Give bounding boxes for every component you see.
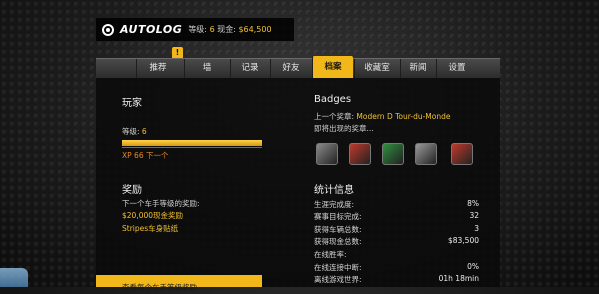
stat-row: 赛事目标完成: 32 [314, 211, 479, 222]
stat-label: 生涯完成度: [314, 200, 355, 209]
stat-label: 获得现金总数: [314, 237, 362, 246]
tab-news[interactable]: 新闻 [400, 59, 435, 78]
player-title: 玩家 [122, 98, 142, 109]
badge-tile-3[interactable] [382, 143, 404, 165]
view-rewards-button[interactable]: 查看每个车手等级奖励 [96, 275, 262, 292]
badges-title: Badges [314, 94, 352, 105]
tab-bar: 推荐 墙 记录 好友 档案 收藏室 新闻 设置 [96, 56, 500, 78]
player-level-label: 等级: [122, 127, 140, 136]
header-stats: 等级: 6 现金: $64,500 [188, 24, 271, 35]
tab-records[interactable]: 记录 [230, 59, 269, 78]
badge-tile-4[interactable] [415, 143, 437, 165]
xp-underline [122, 147, 262, 148]
last-badge: 上一个奖章: Modern D Tour-du-Monde [314, 111, 450, 122]
stat-value: 3 [474, 224, 479, 233]
player-level: 等级: 6 [122, 126, 147, 137]
stat-label: 离线游戏世界: [314, 275, 362, 284]
autolog-header: AUTOLOG 等级: 6 现金: $64,500 [96, 18, 294, 41]
stat-label: 获得车辆总数: [314, 225, 362, 234]
xp-progress-fill [122, 140, 262, 146]
tab-friends[interactable]: 好友 [270, 59, 311, 78]
reward-livery: Stripes车身贴纸 [122, 224, 179, 233]
badge-tile-5[interactable] [451, 143, 473, 165]
badge-tile-2[interactable] [349, 143, 371, 165]
last-badge-label: 上一个奖章: [314, 112, 355, 121]
stats-title: 统计信息 [314, 185, 354, 196]
tab-wall[interactable]: 墙 [184, 59, 229, 78]
stat-row: 在线连接中断: 0% [314, 262, 479, 273]
stat-row: 在线胜率: [314, 249, 479, 260]
stat-label: 在线胜率: [314, 250, 347, 259]
header-cash-value: $64,500 [238, 25, 272, 34]
stat-value: $83,500 [447, 236, 479, 245]
view-rewards-label: 查看每个车手等级奖励 [122, 283, 197, 292]
tab-showroom[interactable]: 收藏室 [354, 59, 399, 78]
header-level-value: 6 [209, 25, 215, 34]
stat-value: 8% [467, 199, 479, 208]
stat-label: 在线连接中断: [314, 263, 362, 272]
xp-text: XP 66 下一个 [122, 151, 169, 160]
tab-settings[interactable]: 设置 [436, 59, 477, 78]
desktop-corner-icon[interactable] [0, 268, 28, 287]
reward-cash: $20,000现金奖励 [122, 211, 184, 220]
stat-row: 离线游戏世界: 01h 18min [314, 274, 479, 285]
reward-title: 奖励 [122, 185, 142, 196]
stat-value: 01h 18min [438, 274, 479, 283]
stat-value: 32 [469, 211, 479, 220]
stat-row: 获得现金总数: $83,500 [314, 236, 479, 247]
xp-progress-bar [122, 140, 262, 146]
header-cash-label: 现金: [217, 25, 236, 34]
header-level-label: 等级: [188, 25, 208, 34]
autolog-logo-text: AUTOLOG [120, 23, 183, 36]
stat-row: 获得车辆总数: 3 [314, 224, 479, 235]
last-badge-value: Modern D Tour-du-Monde [356, 112, 451, 121]
upcoming-badges-label: 即将出现的奖章... [314, 124, 374, 133]
player-level-value: 6 [141, 127, 147, 136]
tab-recommended[interactable]: 推荐 [136, 59, 179, 78]
badge-tile-1[interactable] [316, 143, 338, 165]
stat-label: 赛事目标完成: [314, 212, 362, 221]
stat-value: 0% [467, 262, 479, 271]
tab-profile[interactable]: 档案 [312, 56, 353, 78]
autolog-logo-icon [102, 23, 114, 36]
stat-row: 生涯完成度: 8% [314, 199, 479, 210]
reward-next-label: 下一个车手等级的奖励: [122, 199, 200, 208]
